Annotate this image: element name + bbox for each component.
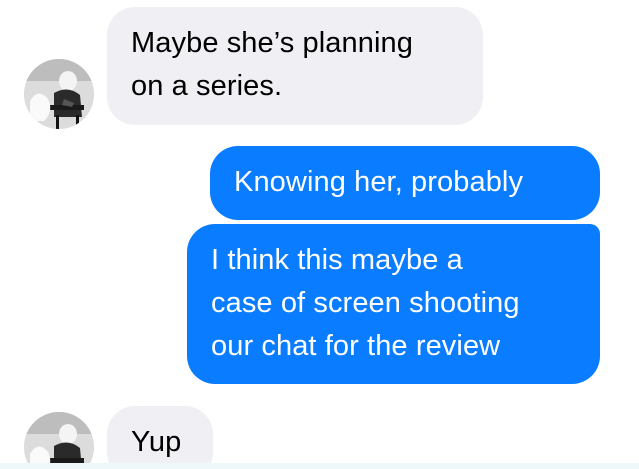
message-bubble-outgoing[interactable]: I think this maybe a case of screen shoo…: [187, 224, 600, 384]
message-bubble-outgoing[interactable]: Knowing her, probably: [210, 146, 600, 220]
message-text: Yup: [131, 426, 182, 458]
message-bubble-incoming[interactable]: Yup: [107, 406, 213, 469]
composer-edge: [0, 463, 639, 469]
message-bubble-incoming[interactable]: Maybe she’s planning on a series.: [107, 7, 483, 125]
contact-photo-icon: [24, 412, 94, 469]
chat-thread: Maybe she’s planning on a series. Knowin…: [0, 0, 639, 469]
message-text: our chat for the review: [211, 330, 501, 362]
message-text: I think this maybe a: [211, 244, 463, 276]
message-text: Maybe she’s planning: [131, 27, 413, 59]
message-text: on a series.: [131, 70, 283, 102]
message-text: Knowing her, probably: [234, 166, 524, 198]
message-text: case of screen shooting: [211, 287, 520, 319]
contact-avatar[interactable]: [24, 412, 94, 469]
contact-avatar[interactable]: [24, 59, 94, 129]
contact-photo-icon: [24, 59, 94, 129]
